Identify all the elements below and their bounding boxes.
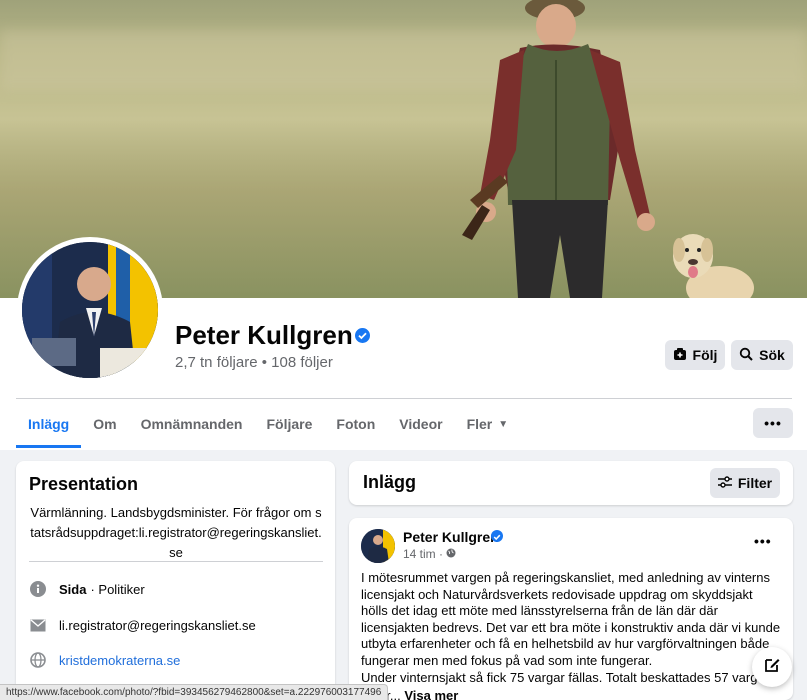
intro-bio: Värmlänning. Landsbygdsminister. För frå… xyxy=(30,505,322,560)
post-body-continued: Under vinternsjakt så fick 75 vargar fäl… xyxy=(361,670,770,685)
search-button[interactable]: Sök xyxy=(731,340,793,370)
intro-separator xyxy=(29,561,323,562)
more-options-button[interactable]: ••• xyxy=(753,408,793,438)
see-more-link[interactable]: Visa mer xyxy=(404,688,458,700)
cover-photo-dog xyxy=(673,234,754,298)
chevron-down-icon: ▼ xyxy=(498,418,509,430)
header-divider xyxy=(16,398,792,399)
verified-badge-icon xyxy=(355,328,370,343)
follow-label: Följ xyxy=(692,347,718,363)
verified-badge-icon xyxy=(491,530,503,542)
posts-title: Inlägg xyxy=(363,472,416,492)
intro-title: Presentation xyxy=(29,474,139,494)
tab-omnamnanden[interactable]: Omnämnanden xyxy=(129,400,255,448)
website-link[interactable]: kristdemokraterna.se xyxy=(59,653,180,668)
filter-icon xyxy=(717,475,732,491)
compose-icon xyxy=(763,656,781,679)
profile-tabs: Inlägg Om Omnämnanden Följare Foton Vide… xyxy=(16,400,520,448)
tab-fler-label: Fler xyxy=(466,416,493,432)
info-email: li.registrator@regeringskansliet.se xyxy=(29,616,256,634)
mail-icon xyxy=(29,616,47,634)
follower-stats[interactable]: 2,7 tn följare • 108 följer xyxy=(175,354,333,371)
info-page-category: Sida · Politiker xyxy=(29,580,145,598)
filter-button[interactable]: Filter xyxy=(710,468,780,498)
tab-inlagg[interactable]: Inlägg xyxy=(16,400,82,448)
tab-foton[interactable]: Foton xyxy=(324,400,387,448)
cover-photo-person xyxy=(462,0,655,298)
posts-header-card: Inlägg Filter xyxy=(349,461,793,505)
search-label: Sök xyxy=(759,347,785,363)
post-author-avatar[interactable] xyxy=(361,529,395,563)
tab-fler[interactable]: Fler ▼ xyxy=(455,400,521,448)
tab-videor[interactable]: Videor xyxy=(387,400,454,448)
search-icon xyxy=(739,347,753,364)
post-time-text: 14 tim · xyxy=(403,547,444,561)
post-card: Peter Kullgren 14 tim · ••• I mötesrumme… xyxy=(349,518,793,700)
follow-button[interactable]: Följ xyxy=(665,340,725,370)
page-label: Sida xyxy=(59,581,87,597)
globe-icon xyxy=(29,651,47,669)
post-author-name[interactable]: Peter Kullgren xyxy=(403,529,499,545)
tab-foljare[interactable]: Följare xyxy=(254,400,324,448)
filter-label: Filter xyxy=(737,475,773,491)
follow-icon xyxy=(673,347,687,364)
profile-name: Peter Kullgren xyxy=(175,320,353,350)
post-timestamp[interactable]: 14 tim · xyxy=(403,547,456,561)
email-text: li.registrator@regeringskansliet.se xyxy=(59,617,256,633)
public-globe-icon xyxy=(446,547,456,561)
info-website: kristdemokraterna.se xyxy=(29,651,180,669)
post-body: I mötesrummet vargen på regeringskanslie… xyxy=(361,570,781,668)
page-category: · Politiker xyxy=(90,581,145,597)
intro-card: Presentation Värmlänning. Landsbygdsmini… xyxy=(16,461,335,700)
browser-status-url: https://www.facebook.com/photo/?fbid=393… xyxy=(0,684,389,700)
tab-om[interactable]: Om xyxy=(81,400,128,448)
post-options-button[interactable]: ••• xyxy=(754,533,772,549)
avatar-portrait xyxy=(22,242,158,378)
compose-button[interactable] xyxy=(752,647,792,687)
info-icon xyxy=(29,580,47,598)
profile-avatar[interactable] xyxy=(22,242,158,378)
